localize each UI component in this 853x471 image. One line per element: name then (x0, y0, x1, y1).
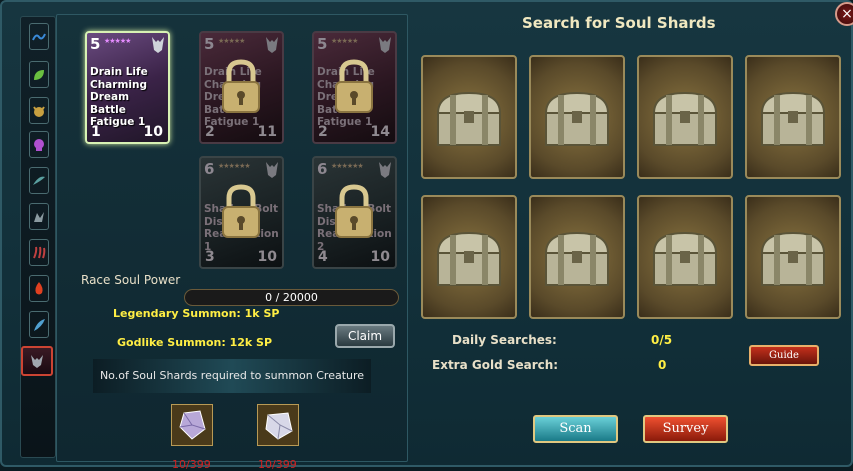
card-left-number: 2 (318, 124, 328, 140)
guide-button[interactable]: Guide (749, 345, 819, 366)
tab-race-7[interactable] (29, 239, 49, 266)
search-soul-shards-dialog: 5 ★★★★★ Drain Life Charming Dream Battle… (0, 0, 853, 471)
dragon-icon (34, 211, 44, 222)
tab-race-3[interactable] (29, 97, 49, 124)
extra-gold-search-value: 0 (658, 358, 667, 372)
card-right-number: 11 (257, 124, 277, 140)
card-right-number: 14 (370, 124, 390, 140)
race-soul-power-bar: 0 / 20000 (184, 289, 399, 306)
creature-card-locked[interactable]: 5 ★★★★★ Drain Life Charming Dream Battle… (312, 31, 397, 144)
tab-race-9[interactable] (29, 311, 49, 338)
creature-card-locked[interactable]: 5 ★★★★★ Drain Life Charming Dream Battle… (199, 31, 284, 144)
legendary-summon-text: Legendary Summon: 1k SP (113, 307, 280, 320)
creature-panel: 5 ★★★★★ Drain Life Charming Dream Battle… (56, 14, 408, 471)
treasure-chest[interactable] (421, 195, 517, 319)
chest-icon (760, 231, 826, 286)
card-stars: ★★★★★ (218, 37, 245, 45)
tab-race-1[interactable] (29, 23, 49, 50)
card-right-number: 10 (257, 249, 277, 265)
skill-line: Dream Battle (90, 91, 130, 116)
extra-gold-search-label: Extra Gold Search: (432, 358, 559, 372)
card-right-number: 10 (370, 249, 390, 265)
treasure-chest[interactable] (529, 55, 625, 179)
skull-icon (34, 138, 44, 151)
chest-icon (436, 91, 502, 146)
padlock-icon (335, 184, 373, 238)
soul-shards-notice: No.of Soul Shards required to summon Cre… (93, 359, 371, 393)
card-right-number: 10 (143, 124, 163, 140)
tab-race-2[interactable] (29, 61, 49, 88)
close-button[interactable]: × (835, 2, 853, 26)
leaf-icon (34, 69, 44, 80)
shard-count: 10/399 (172, 458, 211, 471)
tab-race-4[interactable] (29, 131, 49, 158)
godlike-summon-text: Godlike Summon: 12k SP (117, 336, 273, 349)
treasure-chest[interactable] (745, 195, 841, 319)
scan-button[interactable]: Scan (533, 415, 618, 443)
skill-line: Charming (90, 78, 147, 91)
card-level: 6 (204, 160, 215, 178)
chest-icon (652, 91, 718, 146)
treasure-chest[interactable] (421, 55, 517, 179)
demon-emblem-icon (152, 37, 164, 53)
creature-card[interactable]: 5 ★★★★★ Drain Life Charming Dream Battle… (85, 31, 170, 144)
padlock-icon (222, 59, 260, 113)
card-stars: ★★★★★ (104, 37, 131, 45)
card-level: 5 (317, 35, 328, 53)
beast-icon (33, 105, 45, 117)
purple-crystal-icon (179, 410, 206, 440)
dialog-title: Search for Soul Shards (522, 14, 716, 32)
card-level: 5 (204, 35, 215, 53)
creature-card-locked[interactable]: 6 ★★★★★★ Shadow Bolt Distort 2 Reanimati… (312, 156, 397, 269)
chest-icon (760, 91, 826, 146)
demon-emblem-icon (379, 162, 391, 178)
race-soul-power-label: Race Soul Power (81, 273, 181, 287)
chest-icon (436, 231, 502, 286)
chest-icon (544, 91, 610, 146)
race-tab-strip (20, 16, 56, 458)
demon-emblem-icon (379, 37, 391, 53)
card-skills: Drain Life Charming Dream Battle Fatigue… (90, 66, 168, 129)
tab-race-6[interactable] (29, 203, 49, 230)
skill-line: Drain Life (90, 66, 148, 78)
demon-icon (31, 355, 43, 368)
padlock-icon (222, 184, 260, 238)
chest-icon (544, 231, 610, 286)
demon-emblem-icon (266, 162, 278, 178)
feather-icon (34, 318, 45, 331)
card-level: 5 (90, 35, 101, 53)
padlock-icon (335, 59, 373, 113)
card-stars: ★★★★★★ (218, 162, 251, 170)
card-left-number: 2 (205, 124, 215, 140)
shard-slot[interactable] (171, 404, 213, 446)
tab-race-8[interactable] (29, 275, 49, 302)
daily-searches-label: Daily Searches: (452, 333, 557, 347)
flame-icon (35, 281, 43, 294)
shard-count: 10/399 (258, 458, 297, 471)
chest-icon (652, 231, 718, 286)
treasure-chest[interactable] (745, 55, 841, 179)
shard-slot[interactable] (257, 404, 299, 446)
card-left-number: 1 (91, 124, 101, 140)
creature-card-locked[interactable]: 6 ★★★★★★ Shadow Bolt Distort 1 Reanimati… (199, 156, 284, 269)
claw-icon (33, 246, 46, 258)
wing-icon (33, 176, 45, 185)
demon-emblem-icon (266, 37, 278, 53)
card-stars: ★★★★★★ (331, 162, 364, 170)
treasure-chest[interactable] (529, 195, 625, 319)
wave-icon (32, 33, 46, 40)
claim-button[interactable]: Claim (335, 324, 395, 348)
card-level: 6 (317, 160, 328, 178)
card-left-number: 4 (318, 249, 328, 265)
card-stars: ★★★★★ (331, 37, 358, 45)
treasure-chest[interactable] (637, 195, 733, 319)
card-left-number: 3 (205, 249, 215, 265)
tab-race-10[interactable] (21, 346, 53, 376)
daily-searches-value: 0/5 (651, 333, 673, 347)
treasure-chest[interactable] (637, 55, 733, 179)
white-crystal-icon (265, 412, 293, 440)
survey-button[interactable]: Survey (643, 415, 728, 443)
tab-race-5[interactable] (29, 167, 49, 194)
